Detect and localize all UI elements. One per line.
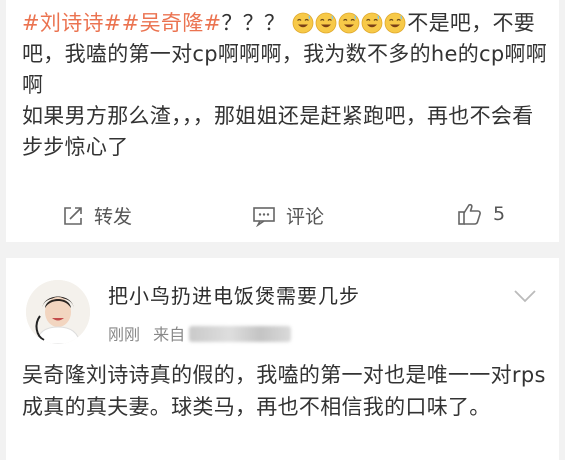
comment-card: 把小鸟扔进电饭煲需要几步 刚刚 来自 吴奇隆刘诗诗真的假的，我嗑的第一对也是唯一… (6, 258, 559, 460)
comment-meta: 刚刚 来自 (108, 321, 292, 345)
thumbs-up-icon (458, 203, 481, 225)
emoji-row (292, 11, 407, 35)
like-count: 5 (493, 203, 506, 225)
comment-label: 评论 (286, 206, 325, 228)
forward-icon (64, 206, 82, 225)
comment-body: 吴奇隆刘诗诗真的假的，我嗑的第一对也是唯一一对rps成真的真夫妻。球类马，再也不… (22, 363, 546, 419)
hashtag-wu-qilong[interactable]: #吴奇隆# (122, 11, 222, 35)
post-body: #刘诗诗##吴奇隆#？？？ 不是吧，不要吧，我嗑的第一对cp啊啊啊，我为数不多的… (22, 8, 552, 163)
sweat-smile-emoji (384, 12, 406, 34)
comment-username[interactable]: 把小鸟扔进电饭煲需要几步 (108, 280, 360, 309)
sweat-smile-emoji (361, 12, 383, 34)
more-options-button[interactable] (513, 288, 537, 307)
post-text-second: 如果男方那么渣，，，那姐姐还是赶紧跑吧，再也不会看步步惊心了 (22, 104, 534, 159)
avatar[interactable] (26, 280, 90, 344)
sweat-smile-emoji (338, 12, 360, 34)
forward-button[interactable]: 转发 (62, 202, 132, 229)
chevron-down-icon (514, 290, 536, 303)
action-bar: 转发 评论 5 (6, 192, 559, 238)
source-blurred (189, 326, 292, 342)
like-button[interactable]: 5 (457, 202, 505, 226)
hashtag-liu-shishi[interactable]: #刘诗诗# (22, 11, 122, 35)
comment-button[interactable]: 评论 (252, 202, 324, 229)
sweat-smile-emoji (315, 12, 337, 34)
comment-icon (253, 206, 275, 227)
forward-label: 转发 (94, 206, 133, 228)
sweat-smile-emoji (292, 12, 314, 34)
comment-time: 刚刚 (108, 325, 141, 344)
weibo-post-card: #刘诗诗##吴奇隆#？？？ 不是吧，不要吧，我嗑的第一对cp啊啊啊，我为数不多的… (6, 0, 559, 242)
question-marks: ？？？ (221, 11, 286, 35)
avatar-image (26, 280, 90, 344)
source-prefix: 来自 (153, 325, 186, 344)
